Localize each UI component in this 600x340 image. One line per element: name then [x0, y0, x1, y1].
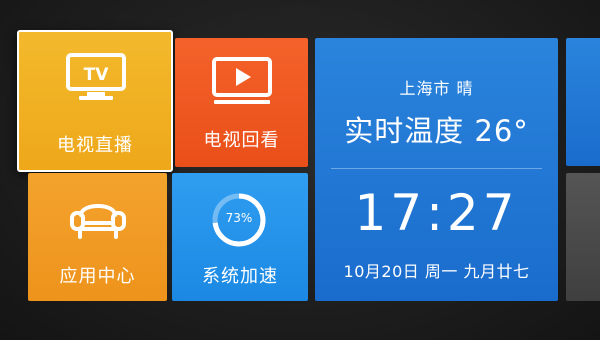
sofa-icon [70, 204, 126, 239]
weather-temperature: 实时温度 26° [344, 114, 529, 148]
tile-live-tv[interactable]: TV 电视直播 [17, 30, 173, 172]
clock-time: 17:27 [354, 184, 519, 242]
tv-icon: TV [66, 53, 126, 100]
tile-app-center-label: 应用中心 [59, 266, 136, 287]
weather-city: 上海市 晴 [399, 79, 474, 98]
tile-app-center[interactable]: 应用中心 [28, 173, 167, 301]
tile-weather-clock[interactable]: 上海市 晴 实时温度 26° 17:27 10月20日 周一 九月廿七 [315, 38, 558, 301]
tile-live-tv-label: 电视直播 [57, 135, 133, 156]
progress-ring-icon: 73% [210, 191, 268, 249]
tile-offscreen-bottom[interactable] [566, 173, 600, 301]
clock-date: 10月20日 周一 九月廿七 [343, 262, 530, 281]
tile-tv-replay-label: 电视回看 [203, 130, 280, 151]
tile-tv-replay[interactable]: 电视回看 [175, 38, 308, 167]
tile-offscreen-top[interactable] [566, 38, 600, 166]
progress-ring-percent: 73% [225, 211, 253, 225]
tile-system-speedup-label: 系统加速 [202, 266, 278, 287]
tv-icon-text: TV [84, 65, 110, 85]
weather-divider [331, 168, 542, 169]
play-screen-icon [212, 57, 272, 104]
tile-system-speedup[interactable]: 73% 系统加速 [172, 173, 308, 301]
